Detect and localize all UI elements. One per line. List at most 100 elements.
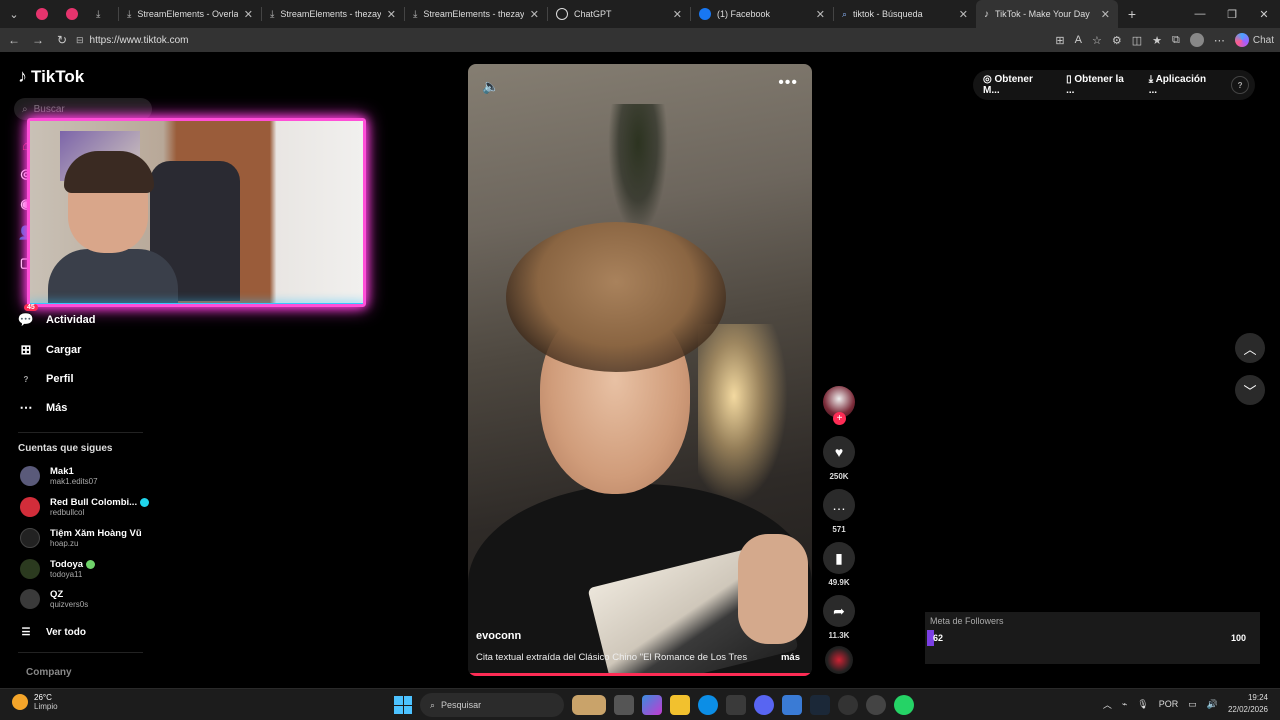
favorites-icon[interactable]: ★ (1152, 34, 1162, 47)
notepad-icon[interactable] (782, 695, 802, 715)
close-tab-icon[interactable]: ✕ (244, 8, 253, 21)
like-button[interactable]: ♥ (823, 436, 855, 468)
search-input[interactable]: ⌕ Buscar (14, 98, 152, 120)
heart-icon: ♥ (834, 444, 844, 460)
share-button[interactable]: ➦ (823, 595, 855, 627)
video-player[interactable]: 🔈 ••• evoconn Cita textual extraída del … (468, 64, 812, 676)
translate-icon[interactable]: A (1075, 34, 1082, 46)
site-info-icon[interactable]: ⊟ (76, 35, 84, 46)
following-item[interactable]: QZ quizvers0s (20, 589, 88, 609)
follow-plus-icon[interactable]: + (833, 412, 846, 425)
sidebar-item-upload[interactable]: ⊞ Cargar (18, 342, 82, 358)
tab-facebook[interactable]: (1) Facebook ✕ (691, 0, 833, 28)
caption-more-button[interactable]: más (781, 652, 800, 663)
close-tab-icon[interactable]: ✕ (387, 8, 396, 21)
help-icon[interactable]: ? (1231, 76, 1249, 94)
close-tab-icon[interactable]: ✕ (959, 8, 968, 21)
video-progress-bar[interactable] (468, 673, 812, 676)
goal-max: 100 (1230, 633, 1246, 643)
video-username[interactable]: evoconn (476, 630, 521, 642)
forward-icon[interactable]: → (26, 28, 50, 52)
new-tab-icon[interactable]: + (1118, 0, 1146, 28)
start-button[interactable] (394, 696, 412, 714)
bookmark-icon: ▮ (835, 549, 843, 566)
clock[interactable]: 19:24 22/02/2026 (1228, 692, 1268, 716)
microphone-icon[interactable]: 🎙 (1137, 699, 1148, 710)
file-explorer-icon[interactable] (670, 695, 690, 715)
windows-taskbar: 26°C Limpio ⌕ Pesquisar ︿ ⌁ 🎙 POR ▭ 🔊 19… (0, 688, 1280, 720)
taskbar-search[interactable]: ⌕ Pesquisar (420, 693, 564, 717)
url-field[interactable]: ⊟ https://www.tiktok.com (76, 30, 1076, 50)
volume-icon[interactable]: 🔊 (1207, 699, 1218, 710)
obs-icon[interactable] (838, 695, 858, 715)
following-item[interactable]: Tiệm Xăm Hoàng Vũ hoap.zu (20, 528, 142, 548)
creator-avatar[interactable]: + (823, 386, 855, 425)
following-item[interactable]: Todoya todoya11 (20, 559, 96, 579)
tab-actions-icon[interactable]: ⌄ (0, 0, 28, 28)
save-button[interactable]: ▮ (823, 542, 855, 574)
tab-pinned-3[interactable]: ⤓ (88, 0, 118, 28)
language-indicator[interactable]: POR (1159, 699, 1179, 709)
previous-video-button[interactable]: ︿ (1235, 333, 1265, 363)
tab-tiktok-search[interactable]: ⌕ tiktok - Búsqueda ✕ (834, 0, 976, 28)
music-disc-icon[interactable] (825, 646, 853, 674)
get-coins-button[interactable]: ◎ Obtener M... (983, 74, 1052, 96)
close-tab-icon[interactable]: ✕ (530, 8, 539, 21)
weather-widget[interactable]: 26°C Limpio (12, 693, 58, 711)
tab-streamelements-overlays[interactable]: ⤓ StreamElements - Overlays ✕ (119, 0, 261, 28)
sidebar-item-profile[interactable]: ? Perfil (18, 371, 74, 387)
close-tab-icon[interactable]: ✕ (1101, 8, 1110, 21)
favorite-star-icon[interactable]: ☆ (1092, 34, 1102, 47)
following-item[interactable]: Mak1 mak1.edits07 (20, 466, 98, 486)
extensions-icon[interactable]: ⚙ (1112, 34, 1122, 47)
store-icon[interactable] (726, 695, 746, 715)
chatgpt-icon (556, 8, 568, 20)
close-tab-icon[interactable]: ✕ (673, 8, 682, 21)
display-icon[interactable]: ▭ (1188, 699, 1197, 710)
desktop-app-button[interactable]: ⤓ Aplicación ... (1149, 74, 1217, 96)
media-player-icon[interactable] (866, 695, 886, 715)
see-all-link[interactable]: ☰ Ver todo (18, 624, 87, 640)
task-view-icon[interactable] (614, 695, 634, 715)
sound-icon[interactable]: 🔈 (482, 78, 499, 95)
tiktok-logo[interactable]: ♪ TikTok (18, 66, 84, 87)
collections-icon[interactable]: ⧉ (1172, 34, 1180, 47)
tab-pinned-2[interactable] (58, 0, 88, 28)
tab-tiktok[interactable]: ♪ TikTok - Make Your Day ✕ (976, 0, 1118, 28)
get-app-button[interactable]: ▯ Obtener la ... (1066, 74, 1135, 96)
upload-icon: ⊞ (20, 342, 32, 357)
app-available-icon[interactable]: ⊞ (1055, 34, 1064, 47)
comment-button[interactable]: … (823, 489, 855, 521)
tab-pinned-1[interactable] (28, 0, 58, 28)
minimize-icon[interactable]: — (1184, 0, 1216, 28)
discord-icon[interactable] (754, 695, 774, 715)
edge-icon[interactable] (698, 695, 718, 715)
next-video-button[interactable]: ﹀ (1235, 375, 1265, 405)
tab-streamelements-thezaya-2[interactable]: ⤓ StreamElements - thezaya ✕ (405, 0, 547, 28)
sidebar-item-activity[interactable]: 💬 45 Actividad (18, 304, 96, 328)
tray-overflow-icon[interactable]: ︿ (1103, 698, 1112, 711)
tab-chatgpt[interactable]: ChatGPT ✕ (548, 0, 690, 28)
follower-goal-widget: Meta de Followers 62 100 (925, 612, 1260, 664)
tab-streamelements-thezaya-1[interactable]: ⤓ StreamElements - thezaya ✕ (262, 0, 404, 28)
maximize-icon[interactable]: ❐ (1216, 0, 1248, 28)
widgets-icon[interactable] (572, 695, 606, 715)
whatsapp-icon[interactable] (894, 695, 914, 715)
close-window-icon[interactable]: ✕ (1248, 0, 1280, 28)
share-icon: ➦ (833, 602, 845, 619)
more-menu-icon[interactable]: ⋯ (1214, 34, 1225, 47)
video-more-icon[interactable]: ••• (778, 74, 798, 92)
network-icon[interactable]: ⌁ (1122, 699, 1127, 710)
profile-avatar[interactable] (1189, 33, 1204, 47)
pinned-tab-icon (66, 8, 78, 20)
back-icon[interactable]: ← (2, 28, 26, 52)
following-item[interactable]: Red Bull Colombi... redbullcol (20, 497, 150, 517)
refresh-icon[interactable]: ↻ (50, 28, 74, 52)
sidebar-item-more[interactable]: ⋯ Más (18, 400, 68, 416)
copilot-chat-button[interactable]: Chat (1234, 33, 1274, 47)
company-link[interactable]: Company (26, 667, 72, 678)
steam-icon[interactable] (810, 695, 830, 715)
copilot-app-icon[interactable] (642, 695, 662, 715)
close-tab-icon[interactable]: ✕ (816, 8, 825, 21)
split-screen-icon[interactable]: ◫ (1132, 34, 1142, 47)
